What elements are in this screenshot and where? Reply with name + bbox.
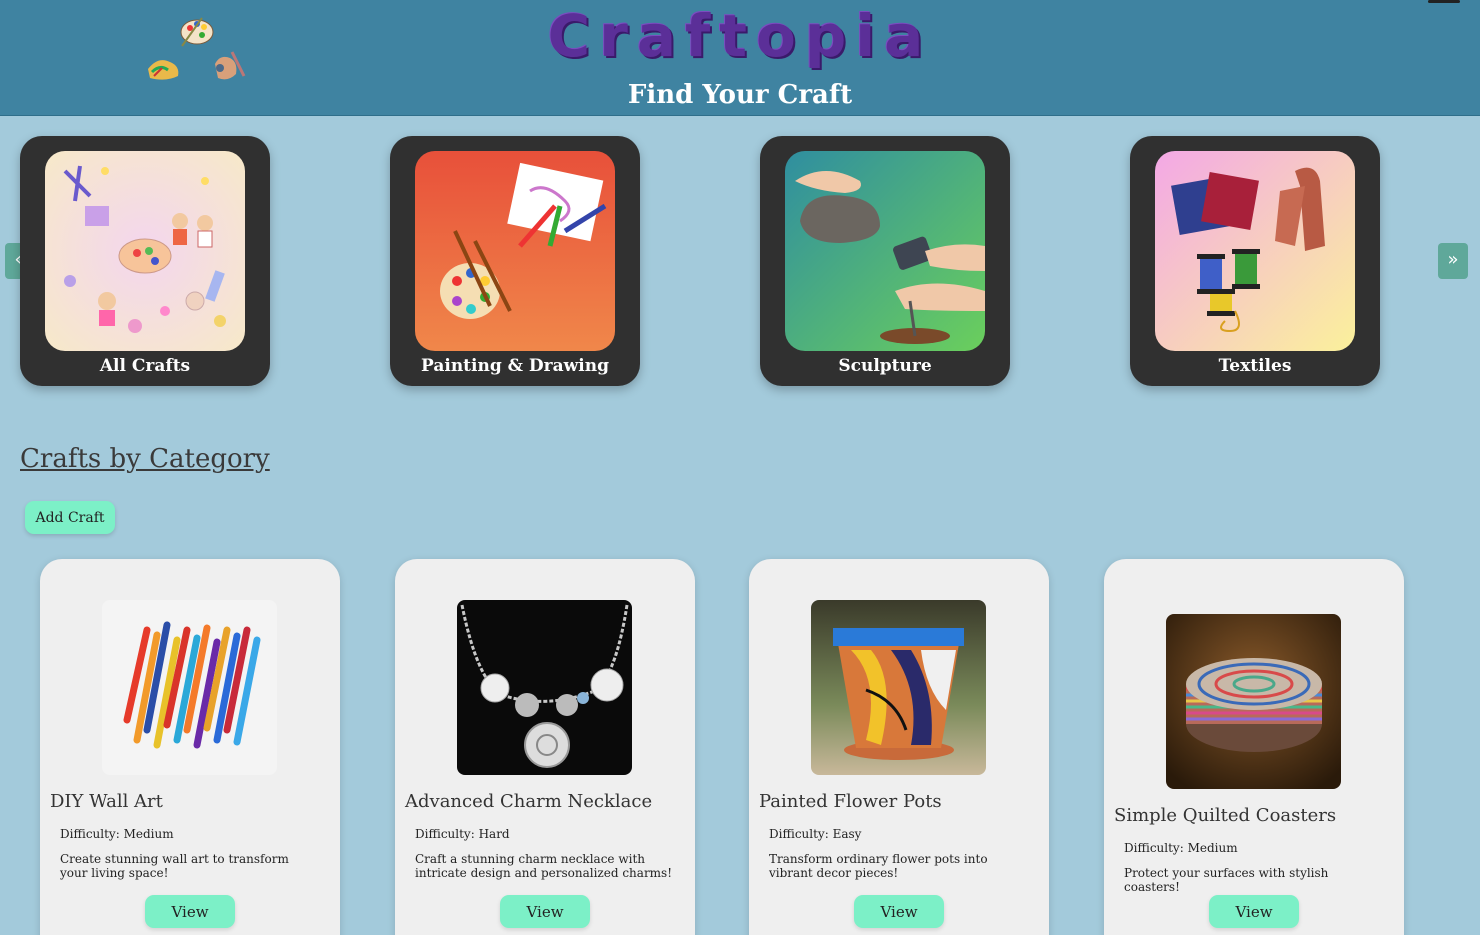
craft-image-quilted-coasters [1166,614,1341,789]
textiles-image [1155,151,1355,351]
craft-difficulty: Difficulty: Medium [1124,841,1238,855]
craft-difficulty: Difficulty: Hard [415,827,510,841]
category-card-sculpture[interactable]: Sculpture [760,136,1010,386]
sculpture-image [785,151,985,351]
all-crafts-image [45,151,245,351]
craft-image-flower-pots [811,600,986,775]
crafts-by-category-heading[interactable]: Crafts by Category [20,444,270,474]
add-craft-button[interactable]: Add Craft [25,501,115,534]
craft-difficulty: Difficulty: Easy [769,827,862,841]
carousel-next-button[interactable]: » [1438,243,1468,279]
hamburger-menu-icon[interactable] [1428,0,1460,16]
craft-image-wall-art [102,600,277,775]
craft-card: Simple Quilted Coasters Difficulty: Medi… [1104,559,1404,935]
craft-card: Advanced Charm Necklace Difficulty: Hard… [395,559,695,935]
category-carousel: « » All Crafts [0,136,1480,386]
tagline: Find Your Craft [627,80,853,110]
view-button[interactable]: View [854,895,944,928]
view-button[interactable]: View [500,895,590,928]
craft-difficulty: Difficulty: Medium [60,827,174,841]
painting-drawing-image [415,151,615,351]
brand-title: Craftopia [547,2,933,70]
category-label: Painting & Drawing [421,356,609,376]
craft-title: Simple Quilted Coasters [1114,805,1337,826]
craft-card: DIY Wall Art Difficulty: Medium Create s… [40,559,340,935]
craft-title: Advanced Charm Necklace [405,791,653,812]
craft-image-charm-necklace [457,600,632,775]
category-card-painting-drawing[interactable]: Painting & Drawing [390,136,640,386]
craft-description: Protect your surfaces with stylish coast… [1124,866,1329,894]
category-label: Sculpture [838,356,932,376]
category-label: All Crafts [99,356,191,376]
category-card-all-crafts[interactable]: All Crafts [20,136,270,386]
view-button[interactable]: View [1209,895,1299,928]
craft-title: Painted Flower Pots [759,791,942,812]
craft-description: Transform ordinary flower pots into vibr… [769,852,988,880]
site-header: Craftopia Find Your Craft [0,0,1480,116]
craft-description: Craft a stunning charm necklace with int… [415,852,673,880]
category-label: Textiles [1218,356,1292,376]
craft-card: Painted Flower Pots Difficulty: Easy Tra… [749,559,1049,935]
craft-title: DIY Wall Art [50,791,163,812]
category-card-textiles[interactable]: Textiles [1130,136,1380,386]
view-button[interactable]: View [145,895,235,928]
craft-description: Create stunning wall art to transform yo… [60,852,289,880]
